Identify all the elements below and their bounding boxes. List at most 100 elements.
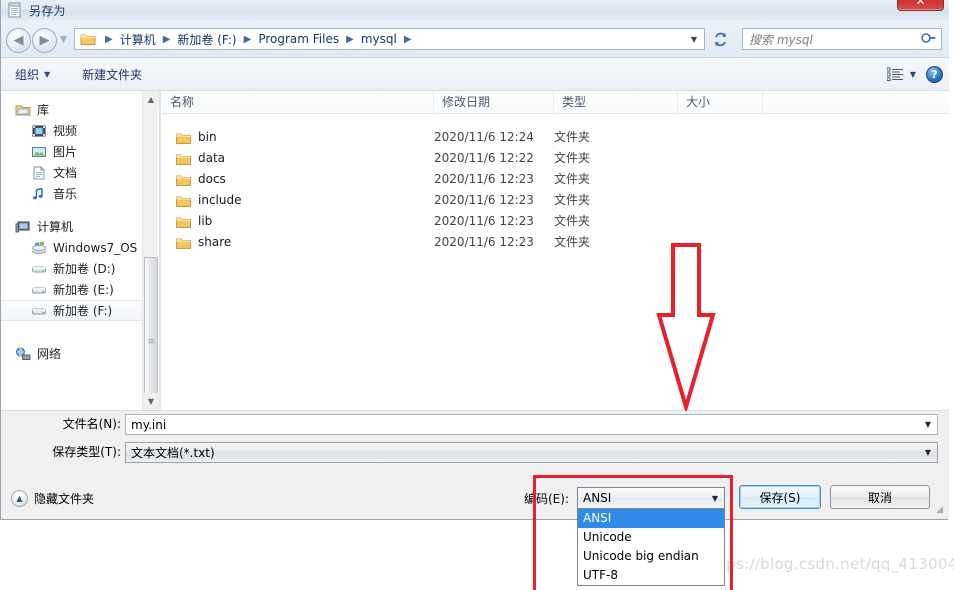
hide-folders-label: 隐藏文件夹	[34, 492, 95, 506]
window-title: 另存为	[29, 3, 66, 18]
chevron-down-icon[interactable]: ▼	[706, 494, 724, 503]
sidebar-item-videos[interactable]: 视频	[1, 120, 142, 141]
file-date-cell: 2020/11/6 12:23	[434, 214, 534, 228]
address-bar[interactable]: ▶ 计算机 ▶ 新加卷 (F:) ▶ Program Files ▶ mysql…	[74, 28, 705, 50]
table-row[interactable]: include 2020/11/6 12:23 文件夹	[162, 190, 949, 211]
breadcrumb-item-0[interactable]: 计算机	[118, 31, 158, 48]
view-chevron-down-icon: ▼	[909, 69, 916, 79]
sidebar-item-library[interactable]: 库	[1, 99, 142, 120]
encoding-selected-value: ANSI	[583, 491, 612, 505]
encoding-dropdown-list[interactable]: ANSI Unicode Unicode big endian UTF-8	[577, 509, 725, 586]
table-row[interactable]: docs 2020/11/6 12:23 文件夹	[162, 169, 949, 190]
back-button[interactable]: ◀	[6, 28, 31, 53]
file-name-label: lib	[198, 214, 213, 228]
watermark-text: https://blog.csdn.net/qq_41300494	[704, 555, 954, 573]
view-mode-button[interactable]: ▼	[886, 67, 916, 81]
new-folder-button[interactable]: 新建文件夹	[74, 62, 150, 87]
encoding-combobox[interactable]: ANSI ▼	[577, 487, 725, 509]
navigation-sidebar: 库 视频 图片 文档 音乐 计算机 Windows7_OS (新加卷 (D:)…	[1, 91, 142, 410]
breadcrumb-item-1[interactable]: 新加卷 (F:)	[175, 31, 238, 48]
folder-icon	[176, 173, 191, 186]
save-as-dialog: 另存为 ✕ ◀ ▶ ▼ ▶ 计算机 ▶ 新加卷 (F:) ▶ Program F…	[0, 0, 949, 586]
folder-icon	[176, 131, 191, 144]
close-button[interactable]: ✕	[897, 0, 944, 11]
column-header-size[interactable]: 大小	[678, 91, 763, 113]
breadcrumb-separator: ▶	[403, 33, 412, 45]
resize-grip[interactable]: ◢	[931, 504, 943, 516]
breadcrumb-separator: ▶	[162, 33, 171, 45]
scroll-down-arrow-icon[interactable]: ▼	[143, 393, 159, 410]
table-row[interactable]: bin 2020/11/6 12:24 文件夹	[162, 127, 949, 148]
forward-button[interactable]: ▶	[32, 28, 57, 53]
chevron-down-icon[interactable]: ▼	[919, 448, 937, 457]
chevron-down-icon: ▼	[44, 69, 51, 79]
file-date-cell: 2020/11/6 12:24	[434, 130, 534, 144]
column-header-type[interactable]: 类型	[554, 91, 678, 113]
chevron-down-icon[interactable]: ▼	[919, 420, 937, 429]
new-folder-label: 新建文件夹	[82, 67, 143, 82]
search-box[interactable]: 搜索 mysql	[742, 28, 942, 50]
file-date-cell: 2020/11/6 12:22	[434, 151, 534, 165]
sidebar-item-drive-f[interactable]: 新加卷 (F:)	[1, 300, 142, 321]
sidebar-label: 网络	[37, 347, 62, 361]
sidebar-scrollbar[interactable]: ▲ ≡ ▼	[142, 91, 159, 427]
table-row[interactable]: share 2020/11/6 12:23 文件夹	[162, 232, 949, 253]
chevron-up-circle-icon: ▲	[11, 490, 28, 507]
drive-icon	[31, 303, 47, 319]
recent-locations-chevron-down-icon[interactable]: ▼	[60, 36, 71, 45]
sidebar-item-documents[interactable]: 文档	[1, 162, 142, 183]
help-icon[interactable]: ?	[926, 65, 943, 83]
encoding-option-utf8[interactable]: UTF-8	[578, 566, 724, 585]
breadcrumb-item-3[interactable]: mysql	[359, 32, 399, 46]
savetype-combobox[interactable]: 文本文档(*.txt) ▼	[125, 442, 938, 463]
encoding-option-unicode[interactable]: Unicode	[578, 528, 724, 547]
content-area: 库 视频 图片 文档 音乐 计算机 Windows7_OS (新加卷 (D:)…	[1, 91, 949, 427]
pane-splitter[interactable]	[159, 91, 161, 410]
search-input[interactable]: 搜索 mysql	[749, 31, 922, 48]
cancel-button[interactable]: 取消	[830, 485, 930, 509]
column-header-name[interactable]: 名称	[162, 91, 434, 113]
folder-icon	[176, 194, 191, 207]
encoding-label: 编码(E):	[524, 492, 569, 506]
sidebar-label: 视频	[53, 124, 78, 138]
table-row[interactable]: lib 2020/11/6 12:23 文件夹	[162, 211, 949, 232]
library-icon	[15, 102, 31, 118]
sidebar-label: 新加卷 (D:)	[53, 262, 116, 276]
filename-input[interactable]: my.ini ▼	[125, 414, 938, 435]
sidebar-item-drive-d[interactable]: 新加卷 (D:)	[1, 258, 142, 279]
sidebar-item-pictures[interactable]: 图片	[1, 141, 142, 162]
breadcrumb-item-2[interactable]: Program Files	[256, 32, 341, 46]
column-header-date[interactable]: 修改日期	[434, 91, 554, 113]
refresh-icon[interactable]	[709, 28, 731, 50]
organize-label: 组织	[15, 67, 40, 82]
network-icon	[15, 346, 31, 362]
address-chevron-down-icon[interactable]: ▼	[686, 33, 702, 47]
sidebar-item-network[interactable]: 网络	[1, 343, 142, 364]
scroll-up-arrow-icon[interactable]: ▲	[143, 91, 159, 108]
file-date-cell: 2020/11/6 12:23	[434, 235, 534, 249]
hide-folders-toggle[interactable]: ▲ 隐藏文件夹	[11, 490, 94, 507]
file-name-cell: share	[176, 232, 231, 253]
save-button[interactable]: 保存(S)	[739, 485, 821, 509]
sidebar-item-windows7-os[interactable]: Windows7_OS (	[1, 237, 142, 258]
encoding-option-ansi[interactable]: ANSI	[578, 509, 724, 528]
organize-button[interactable]: 组织 ▼	[7, 62, 58, 87]
sidebar-label: 文档	[53, 166, 78, 180]
computer-icon	[15, 219, 31, 235]
savetype-value: 文本文档(*.txt)	[131, 446, 215, 460]
file-date-cell: 2020/11/6 12:23	[434, 193, 534, 207]
file-type-cell: 文件夹	[554, 172, 591, 186]
folder-icon	[176, 152, 191, 165]
sidebar-item-music[interactable]: 音乐	[1, 183, 142, 204]
filename-label: 文件名(N):	[62, 417, 121, 431]
sidebar-label: 新加卷 (E:)	[53, 283, 114, 297]
breadcrumb-separator: ▶	[346, 33, 354, 45]
table-row[interactable]: data 2020/11/6 12:22 文件夹	[162, 148, 949, 169]
savetype-label: 保存类型(T):	[52, 445, 121, 459]
breadcrumb-separator: ▶	[105, 33, 113, 45]
command-bar-right: ▼ ?	[886, 65, 943, 83]
file-date-cell: 2020/11/6 12:23	[434, 172, 534, 186]
encoding-option-unicode-big-endian[interactable]: Unicode big endian	[578, 547, 724, 566]
sidebar-item-drive-e[interactable]: 新加卷 (E:)	[1, 279, 142, 300]
sidebar-item-computer[interactable]: 计算机	[1, 216, 142, 237]
